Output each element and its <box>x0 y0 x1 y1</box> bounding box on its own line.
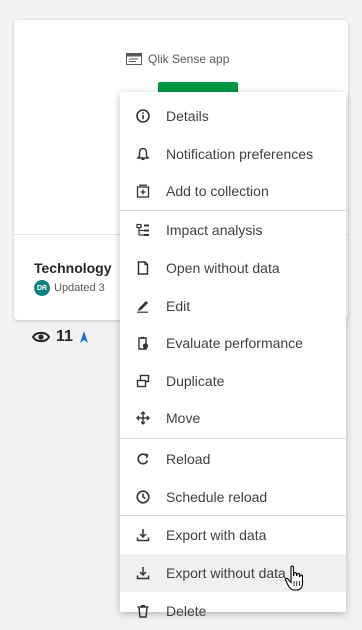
owner-row: DR Updated 3 <box>34 280 105 296</box>
menu-item-label: Move <box>166 410 201 426</box>
evaluate-icon <box>120 336 166 350</box>
pencil-icon <box>120 299 166 313</box>
menu-item-evaluate-performance[interactable]: Evaluate performance <box>120 324 346 362</box>
menu-item-edit[interactable]: Edit <box>120 287 346 325</box>
duplicate-icon <box>120 374 166 388</box>
clock-icon <box>120 490 166 504</box>
menu-item-label: Schedule reload <box>166 489 268 505</box>
menu-item-label: Details <box>166 108 209 124</box>
app-type-label-row: Qlik Sense app <box>126 52 229 66</box>
download-icon <box>120 528 166 542</box>
menu-item-label: Duplicate <box>166 373 225 389</box>
menu-item-details[interactable]: Details <box>120 97 346 135</box>
menu-item-label: Add to collection <box>166 183 269 199</box>
views-row: 11 <box>32 328 89 346</box>
menu-item-label: Export without data <box>166 565 286 581</box>
menu-item-label: Export with data <box>166 527 267 543</box>
app-type-label: Qlik Sense app <box>148 52 230 66</box>
document-icon <box>120 261 166 275</box>
menu-item-duplicate[interactable]: Duplicate <box>120 362 346 400</box>
menu-item-notification-preferences[interactable]: Notification preferences <box>120 135 346 173</box>
updated-text: Updated 3 <box>54 282 105 294</box>
menu-item-delete[interactable]: Delete <box>120 592 346 630</box>
menu-divider <box>120 438 346 439</box>
card-title[interactable]: Technology <box>34 260 112 276</box>
menu-item-open-without-data[interactable]: Open without data <box>120 249 346 287</box>
trash-icon <box>120 604 166 618</box>
menu-item-add-to-collection[interactable]: Add to collection <box>120 172 346 210</box>
trend-up-icon <box>79 330 89 344</box>
avatar: DR <box>34 280 50 296</box>
menu-item-export-with-data[interactable]: Export with data <box>120 516 346 554</box>
menu-item-schedule-reload[interactable]: Schedule reload <box>120 478 346 516</box>
menu-item-export-without-data[interactable]: Export without data <box>120 554 346 592</box>
reload-icon <box>120 452 166 466</box>
menu-item-label: Edit <box>166 298 191 314</box>
menu-item-label: Notification preferences <box>166 146 314 162</box>
hand-cursor-icon <box>284 565 306 598</box>
menu-item-label: Delete <box>166 603 207 619</box>
menu-item-reload[interactable]: Reload <box>120 440 346 478</box>
menu-item-move[interactable]: Move <box>120 399 346 437</box>
context-menu: Details Notification preferences Add to … <box>120 92 346 619</box>
move-icon <box>120 411 166 425</box>
impact-analysis-icon <box>120 223 166 237</box>
bell-icon <box>120 147 166 161</box>
menu-item-label: Impact analysis <box>166 222 263 238</box>
info-icon <box>120 109 166 123</box>
menu-item-label: Reload <box>166 451 211 467</box>
add-collection-icon <box>120 184 166 198</box>
menu-item-label: Open without data <box>166 260 280 276</box>
eye-icon <box>32 330 50 344</box>
menu-item-impact-analysis[interactable]: Impact analysis <box>120 211 346 249</box>
menu-item-label: Evaluate performance <box>166 335 303 351</box>
views-count: 11 <box>56 328 73 345</box>
download-icon <box>120 566 166 580</box>
app-icon <box>126 53 142 65</box>
